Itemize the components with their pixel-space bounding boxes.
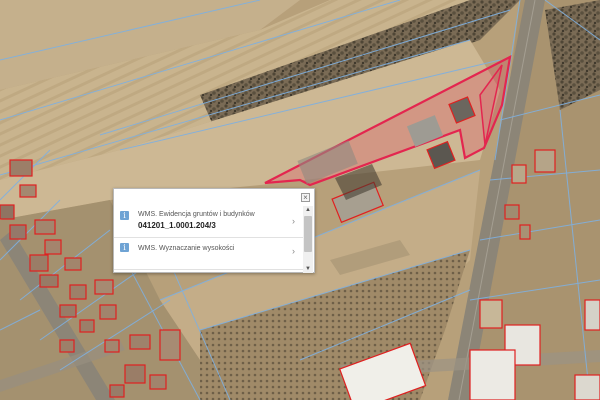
chevron-right-icon[interactable]: › (292, 216, 295, 226)
scroll-thumb[interactable] (304, 216, 312, 252)
popup-result-list: i WMS. Ewidencja gruntów i budynków 0412… (114, 206, 304, 273)
parcel-id: 041201_1.0001.204/3 (138, 221, 216, 230)
layer-title: WMS. Wyznaczanie wysokości (138, 245, 235, 252)
list-item[interactable]: i WMS. Wyznaczanie wysokości › (114, 238, 304, 270)
scroll-up-icon[interactable]: ▲ (303, 206, 313, 214)
list-item[interactable]: i WMS. Ewidencja gruntów i budynków 0412… (114, 206, 304, 238)
chevron-right-icon[interactable]: › (292, 246, 295, 256)
feature-info-popup: × i WMS. Ewidencja gruntów i budynków 04… (113, 188, 315, 273)
popup-scrollbar[interactable]: ▲ ▼ (303, 206, 313, 273)
info-icon: i (120, 211, 129, 220)
scroll-down-icon[interactable]: ▼ (303, 265, 313, 273)
info-icon: i (120, 243, 129, 252)
close-icon[interactable]: × (301, 193, 310, 202)
layer-title: WMS. Ewidencja gruntów i budynków (138, 211, 255, 218)
